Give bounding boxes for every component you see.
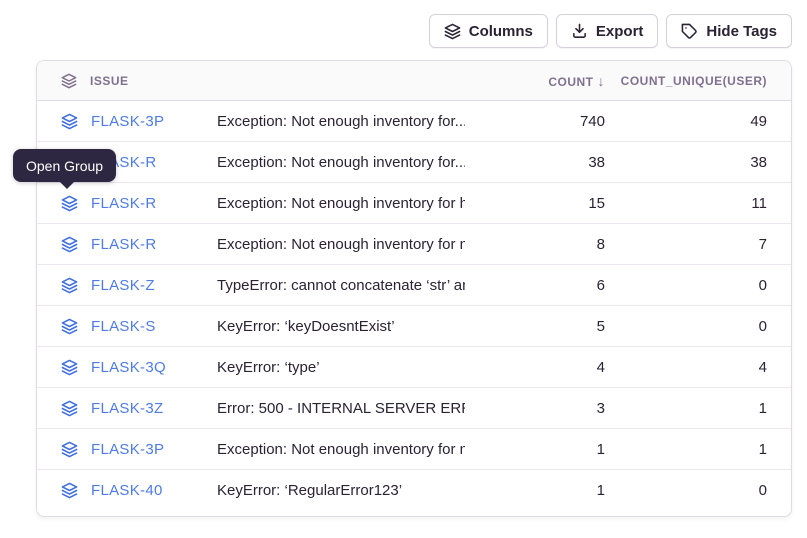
count-unique-value: 0 bbox=[605, 318, 791, 335]
table-row: FLASK-3Q KeyError: ‘type’ 4 4 bbox=[37, 347, 791, 388]
issue-link[interactable]: FLASK-R bbox=[91, 195, 156, 212]
count-unique-value: 1 bbox=[605, 441, 791, 458]
layers-icon bbox=[444, 23, 461, 40]
download-icon bbox=[571, 23, 588, 40]
hide-tags-button-label: Hide Tags bbox=[706, 23, 777, 40]
issue-title: KeyError: ‘type’ bbox=[217, 359, 465, 376]
layers-icon bbox=[61, 113, 78, 130]
issue-link[interactable]: FLASK-40 bbox=[91, 482, 163, 499]
issue-link[interactable]: FLASK-3Z bbox=[91, 400, 163, 417]
issues-table: ISSUE COUNT ↓ COUNT_UNIQUE(USER) FLASK-3P… bbox=[36, 60, 792, 517]
tag-icon bbox=[681, 23, 698, 40]
count-unique-value: 0 bbox=[605, 482, 791, 499]
column-header-count-label: COUNT bbox=[548, 75, 593, 89]
table-body: FLASK-3P Exception: Not enough inventory… bbox=[37, 101, 791, 511]
count-unique-value: 4 bbox=[605, 359, 791, 376]
open-group-tooltip: Open Group bbox=[13, 149, 116, 182]
layers-icon bbox=[61, 73, 77, 89]
issue-title: Exception: Not enough inventory for... bbox=[217, 154, 465, 171]
issue-title: Exception: Not enough inventory for... bbox=[217, 113, 465, 130]
count-unique-value: 11 bbox=[605, 195, 791, 212]
layers-icon bbox=[61, 482, 78, 499]
layers-icon bbox=[61, 236, 78, 253]
table-row: FLASK-R Exception: Not enough inventory … bbox=[37, 224, 791, 265]
column-header-count-unique-label: COUNT_UNIQUE(USER) bbox=[621, 74, 767, 88]
open-group-tooltip-label: Open Group bbox=[26, 158, 103, 174]
layers-icon bbox=[61, 359, 78, 376]
table-row: FLASK-R Exception: Not enough inventory … bbox=[37, 183, 791, 224]
column-header-issue-label: ISSUE bbox=[90, 74, 129, 88]
column-header-count[interactable]: COUNT ↓ bbox=[465, 73, 605, 89]
issue-link[interactable]: FLASK-Z bbox=[91, 277, 155, 294]
export-button-label: Export bbox=[596, 23, 644, 40]
layers-icon bbox=[61, 441, 78, 458]
sort-desc-icon: ↓ bbox=[598, 73, 606, 89]
issue-link[interactable]: FLASK-R bbox=[91, 236, 156, 253]
issue-title: Error: 500 - INTERNAL SERVER ERROR bbox=[217, 400, 465, 417]
table-row: FLASK-R Exception: Not enough inventory … bbox=[37, 142, 791, 183]
columns-button-label: Columns bbox=[469, 23, 533, 40]
issue-link[interactable]: FLASK-3P bbox=[91, 441, 164, 458]
count-unique-value: 49 bbox=[605, 113, 791, 130]
count-value: 6 bbox=[465, 277, 605, 294]
count-value: 38 bbox=[465, 154, 605, 171]
issue-link[interactable]: FLASK-3Q bbox=[91, 359, 166, 376]
table-row: FLASK-3Z Error: 500 - INTERNAL SERVER ER… bbox=[37, 388, 791, 429]
issue-title: KeyError: ‘keyDoesntExist’ bbox=[217, 318, 465, 335]
issue-title: TypeError: cannot concatenate ‘str’ an..… bbox=[217, 277, 465, 294]
export-button[interactable]: Export bbox=[556, 14, 659, 48]
table-row: FLASK-S KeyError: ‘keyDoesntExist’ 5 0 bbox=[37, 306, 791, 347]
toolbar: Columns Export Hide Tags bbox=[429, 14, 792, 48]
columns-button[interactable]: Columns bbox=[429, 14, 548, 48]
table-row: FLASK-3P Exception: Not enough inventory… bbox=[37, 429, 791, 470]
issue-title: KeyError: ‘RegularError123’ bbox=[217, 482, 465, 499]
count-unique-value: 0 bbox=[605, 277, 791, 294]
table-header: ISSUE COUNT ↓ COUNT_UNIQUE(USER) bbox=[37, 61, 791, 101]
table-row: FLASK-3P Exception: Not enough inventory… bbox=[37, 101, 791, 142]
count-value: 1 bbox=[465, 441, 605, 458]
issue-link[interactable]: FLASK-3P bbox=[91, 113, 164, 130]
layers-icon bbox=[61, 195, 78, 212]
column-header-issue[interactable]: ISSUE bbox=[37, 73, 217, 89]
issue-title: Exception: Not enough inventory for n... bbox=[217, 236, 465, 253]
table-row: FLASK-Z TypeError: cannot concatenate ‘s… bbox=[37, 265, 791, 306]
issue-link[interactable]: FLASK-S bbox=[91, 318, 156, 335]
count-unique-value: 7 bbox=[605, 236, 791, 253]
count-value: 3 bbox=[465, 400, 605, 417]
count-unique-value: 38 bbox=[605, 154, 791, 171]
issue-title: Exception: Not enough inventory for h... bbox=[217, 195, 465, 212]
count-unique-value: 1 bbox=[605, 400, 791, 417]
count-value: 740 bbox=[465, 113, 605, 130]
layers-icon bbox=[61, 318, 78, 335]
layers-icon bbox=[61, 400, 78, 417]
column-header-count-unique[interactable]: COUNT_UNIQUE(USER) bbox=[605, 74, 791, 88]
count-value: 4 bbox=[465, 359, 605, 376]
layers-icon bbox=[61, 277, 78, 294]
table-row: FLASK-40 KeyError: ‘RegularError123’ 1 0 bbox=[37, 470, 791, 511]
hide-tags-button[interactable]: Hide Tags bbox=[666, 14, 792, 48]
issue-title: Exception: Not enough inventory for n... bbox=[217, 441, 465, 458]
count-value: 15 bbox=[465, 195, 605, 212]
count-value: 8 bbox=[465, 236, 605, 253]
count-value: 1 bbox=[465, 482, 605, 499]
count-value: 5 bbox=[465, 318, 605, 335]
